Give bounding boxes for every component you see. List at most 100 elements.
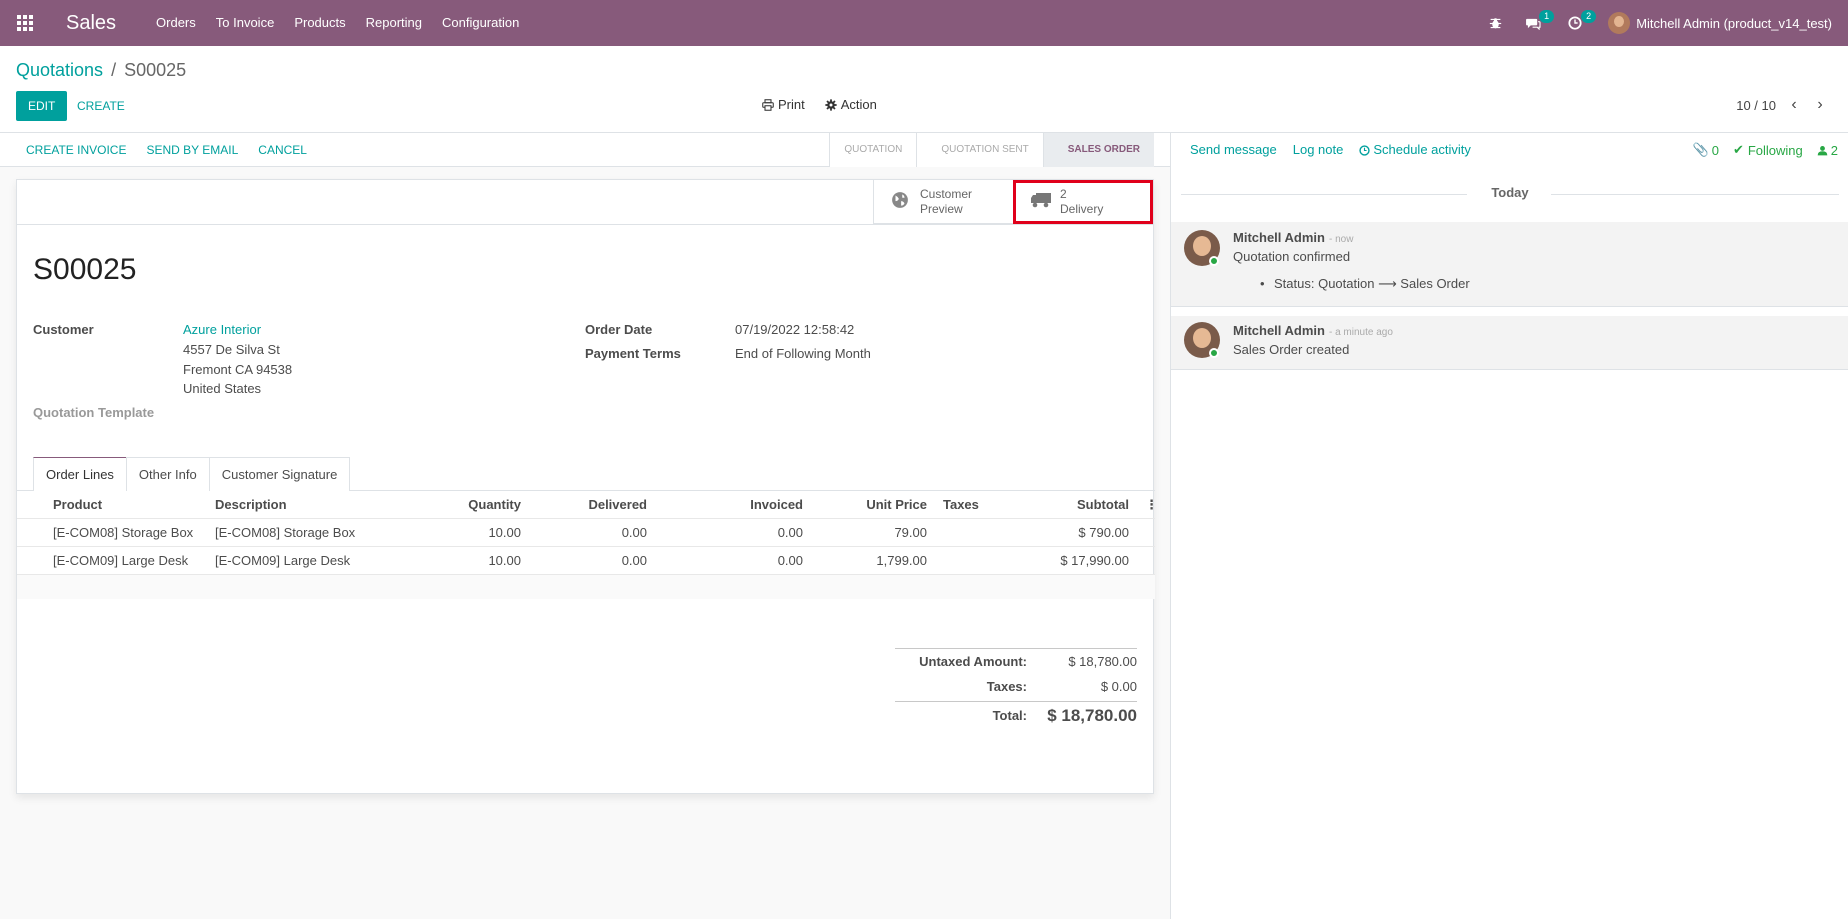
pager: 10 / 10 ‹ › <box>1736 96 1828 114</box>
col-unit-price[interactable]: Unit Price <box>811 497 935 512</box>
customer-link[interactable]: Azure Interior <box>183 320 261 340</box>
stage-sales-order[interactable]: SALES ORDER <box>1042 133 1154 167</box>
create-button[interactable]: CREATE <box>77 91 125 121</box>
total-label: Total: <box>992 708 1027 723</box>
pager-value[interactable]: 10 / 10 <box>1736 98 1776 113</box>
check-icon: ✔ <box>1732 142 1744 157</box>
col-invoiced[interactable]: Invoiced <box>655 497 811 512</box>
table-header: Product Description Quantity Delivered I… <box>17 491 1155 519</box>
debug-bug-icon[interactable] <box>1478 0 1512 46</box>
col-product[interactable]: Product <box>17 497 207 512</box>
cell-delivered: 0.00 <box>621 525 647 540</box>
notebook-tabs: Order Lines Other Info Customer Signatur… <box>33 457 351 491</box>
table-row[interactable]: [E-COM09] Large Desk [E-COM09] Large Des… <box>17 547 1155 575</box>
send-message-button[interactable]: Send message <box>1182 133 1285 167</box>
send-by-email-button[interactable]: SEND BY EMAIL <box>136 133 248 167</box>
customer-preview-button[interactable]: Customer Preview <box>873 180 1013 224</box>
action-label: Action <box>840 97 877 112</box>
following-button[interactable]: ✔ Following <box>1733 142 1803 158</box>
following-label: Following <box>1747 142 1803 158</box>
action-dropdown[interactable]: Action <box>825 97 877 112</box>
clock-icon <box>1359 144 1370 156</box>
pager-previous-icon[interactable]: ‹ <box>1786 96 1802 114</box>
tab-other-info[interactable]: Other Info <box>125 457 210 491</box>
stage-quotation-sent[interactable]: QUOTATION SENT <box>916 133 1043 167</box>
cell-quantity: 10.00 <box>488 525 521 540</box>
control-panel: Quotations / S00025 EDIT CREATE Print Ac… <box>0 46 1848 133</box>
message-body: Sales Order created <box>1233 342 1350 357</box>
message-author[interactable]: Mitchell Admin <box>1233 230 1325 245</box>
apps-menu-icon[interactable] <box>0 0 50 46</box>
message-author[interactable]: Mitchell Admin <box>1233 323 1325 338</box>
optional-columns-icon[interactable]: ⋮ <box>1137 497 1155 513</box>
followers-button[interactable]: 2 <box>1817 143 1838 158</box>
customer-label: Customer <box>33 322 94 337</box>
form-statusbar: CREATE INVOICE SEND BY EMAIL CANCEL QUOT… <box>0 133 1170 167</box>
activities-count-badge: 2 <box>1581 10 1597 23</box>
activities-clock-icon[interactable]: 2 <box>1554 0 1597 46</box>
print-dropdown[interactable]: Print <box>762 97 805 112</box>
paperclip-icon: 📎 <box>1692 142 1709 157</box>
record-title: S00025 <box>33 253 137 286</box>
print-icon <box>762 98 774 111</box>
schedule-activity-label: Schedule activity <box>1373 142 1471 157</box>
col-taxes[interactable]: Taxes <box>935 497 995 512</box>
col-delivered[interactable]: Delivered <box>529 497 655 512</box>
delivery-label: Delivery <box>1060 202 1104 216</box>
breadcrumb-quotations-link[interactable]: Quotations <box>16 60 103 81</box>
chatter-message: Mitchell Admin - now Quotation confirmed … <box>1171 222 1848 307</box>
user-icon <box>1817 145 1828 155</box>
menu-products[interactable]: Products <box>284 0 355 46</box>
chatter-panel: Send message Log note Schedule activity … <box>1170 133 1848 919</box>
tab-customer-signature[interactable]: Customer Signature <box>208 457 351 491</box>
user-menu[interactable]: Mitchell Admin (product_v14_test) <box>1596 0 1848 46</box>
col-description[interactable]: Description <box>207 497 403 512</box>
edit-button[interactable]: EDIT <box>16 91 68 121</box>
payment-terms-value: End of Following Month <box>735 346 871 361</box>
address-line-2: Fremont CA 94538 <box>183 362 293 377</box>
cell-delivered: 0.00 <box>621 553 647 568</box>
cancel-button[interactable]: CANCEL <box>248 133 317 167</box>
button-box-divider <box>17 224 1153 225</box>
pager-next-icon[interactable]: › <box>1812 96 1828 114</box>
tab-order-lines[interactable]: Order Lines <box>33 457 127 491</box>
message-time: - a minute ago <box>1328 327 1393 338</box>
log-note-button[interactable]: Log note <box>1285 133 1352 167</box>
menu-orders[interactable]: Orders <box>146 0 206 46</box>
breadcrumb: Quotations / S00025 <box>16 60 186 81</box>
empty-row <box>17 575 1155 599</box>
smart-button-box: Customer Preview 2 Delivery <box>873 180 1153 224</box>
chatter-message: Mitchell Admin - a minute ago Sales Order… <box>1171 316 1848 370</box>
menu-reporting[interactable]: Reporting <box>356 0 432 46</box>
menu-to-invoice[interactable]: To Invoice <box>206 0 285 46</box>
menu-configuration[interactable]: Configuration <box>432 0 529 46</box>
form-sheet: Customer Preview 2 Delivery S00025 Custo… <box>16 179 1155 794</box>
create-invoice-button[interactable]: CREATE INVOICE <box>16 133 136 167</box>
stage-quotation[interactable]: QUOTATION <box>829 133 917 167</box>
delivery-count: 2 <box>1060 187 1067 201</box>
col-subtotal[interactable]: Subtotal <box>995 497 1137 512</box>
order-date-value: 07/19/2022 12:58:42 <box>735 322 855 337</box>
delivery-smart-button[interactable]: 2 Delivery <box>1013 180 1153 224</box>
attachments-button[interactable]: 📎 0 <box>1693 142 1719 158</box>
online-status-dot <box>1209 348 1219 358</box>
untaxed-amount-value: $ 18,780.00 <box>1068 654 1137 669</box>
address-line-1: 4557 De Silva St <box>183 342 280 357</box>
cell-invoiced: 0.00 <box>777 553 803 568</box>
app-brand[interactable]: Sales <box>66 12 116 35</box>
print-label: Print <box>778 97 805 112</box>
table-row[interactable]: [E-COM08] Storage Box [E-COM08] Storage … <box>17 519 1155 547</box>
col-quantity[interactable]: Quantity <box>403 497 529 512</box>
quotation-template-label: Quotation Template <box>33 405 155 420</box>
cell-description: [E-COM08] Storage Box <box>215 525 356 540</box>
message-body: Quotation confirmed <box>1233 249 1351 264</box>
customer-preview-line1: Customer <box>920 187 973 201</box>
schedule-activity-button[interactable]: Schedule activity <box>1351 133 1479 167</box>
payment-terms-label: Payment Terms <box>585 346 681 361</box>
date-separator: Today <box>1491 185 1529 200</box>
cell-unit-price: 1,799.00 <box>876 553 927 568</box>
message-time: - now <box>1328 234 1354 245</box>
cell-product: [E-COM08] Storage Box <box>53 525 194 540</box>
followers-count: 2 <box>1830 142 1838 158</box>
messages-icon[interactable]: 1 <box>1512 0 1555 46</box>
